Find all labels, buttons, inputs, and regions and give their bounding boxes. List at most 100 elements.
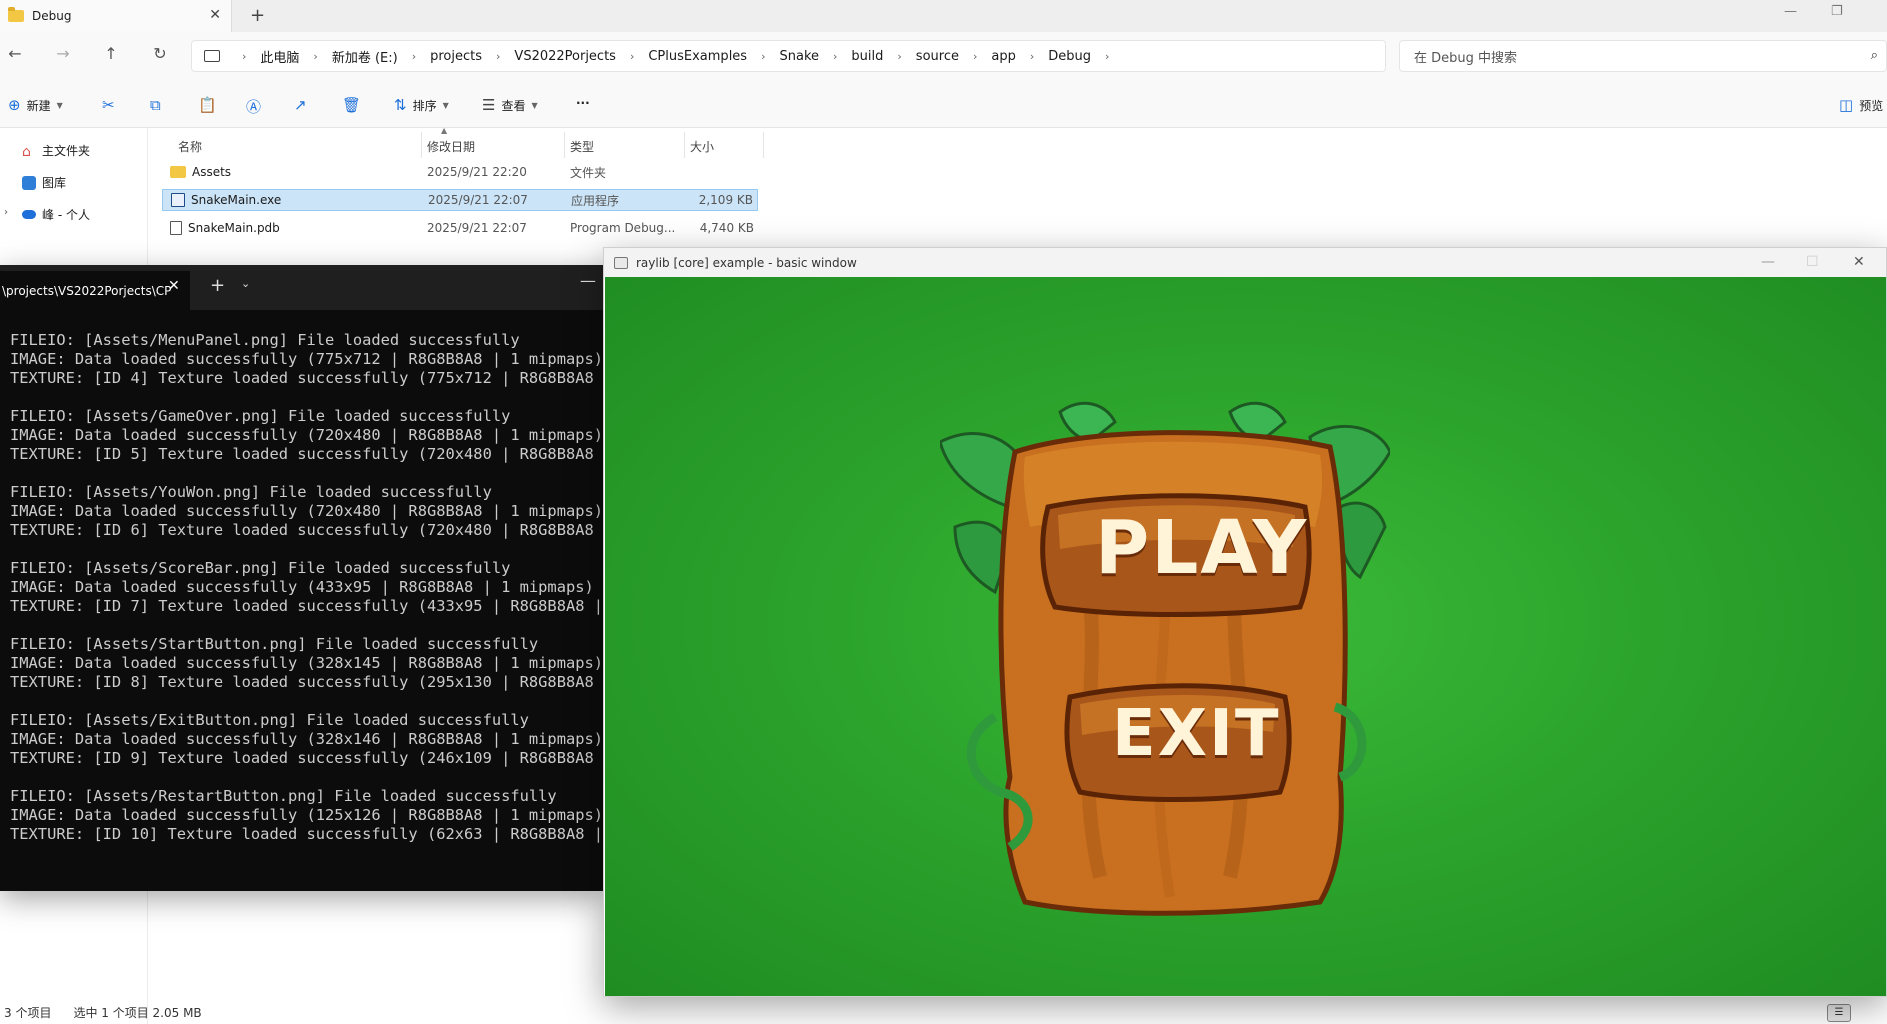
close-button[interactable]: ✕ (1853, 254, 1865, 270)
breadcrumb-item[interactable]: VS2022Porjects (514, 49, 616, 64)
home-icon: ⌂ (22, 143, 31, 160)
chevron-down-icon[interactable]: ⌄ (241, 277, 250, 290)
breadcrumb-item[interactable]: Snake (779, 49, 819, 64)
close-icon[interactable]: ✕ (168, 278, 180, 294)
file-row-snakemain-pdb[interactable]: SnakeMain.pdb 2025/9/21 22:07 Program De… (162, 217, 758, 239)
file-date: 2025/9/21 22:07 (428, 193, 528, 207)
explorer-tab[interactable]: Debug ✕ (0, 0, 232, 32)
search-icon[interactable]: ⌕ (1871, 48, 1878, 63)
sidebar-item-gallery[interactable]: 图库 (22, 174, 66, 191)
breadcrumb-item[interactable]: build (851, 49, 883, 64)
up-icon[interactable]: ↑ (100, 44, 122, 63)
terminal-line: FILEIO: [Assets/ExitButton.png] File loa… (10, 711, 529, 729)
sort-button[interactable]: ⇅ 排序 ▼ (394, 96, 449, 114)
expand-chevron-icon[interactable]: › (4, 207, 8, 218)
sidebar-label-gallery: 图库 (42, 176, 67, 190)
command-bar: ⊕ 新建 ▼ ✂ ⧉ 📋 Ⓐ ↗ 🗑 ⇅ 排序 ▼ ☰ 查看 ▼ ··· ◫ 预… (0, 80, 1887, 128)
breadcrumb-separator-icon[interactable]: › (313, 50, 317, 63)
cut-icon[interactable]: ✂ (102, 96, 115, 114)
breadcrumb-separator-icon[interactable]: › (761, 50, 765, 63)
computer-icon (204, 50, 220, 62)
file-row-assets[interactable]: Assets 2025/9/21 22:20 文件夹 (162, 161, 758, 183)
column-type[interactable]: 类型 (570, 134, 594, 158)
new-label: 新建 (26, 98, 51, 113)
terminal-line: TEXTURE: [ID 8] Texture loaded successfu… (10, 673, 603, 691)
search-box[interactable]: 在 Debug 中搜索 ⌕ (1399, 40, 1887, 72)
breadcrumb-item[interactable]: projects (430, 49, 482, 64)
breadcrumb-separator-icon[interactable]: › (833, 50, 837, 63)
play-button[interactable]: PLAY (1095, 505, 1308, 591)
breadcrumb: › 此电脑 › 新加卷 (E:) › projects › VS2022Porjects › CP… (228, 47, 1123, 66)
paste-icon[interactable]: 📋 (198, 96, 217, 114)
share-icon[interactable]: ↗ (294, 96, 307, 114)
raylib-window-title: raylib [core] example - basic window (636, 255, 857, 270)
minimize-button[interactable]: — (1761, 254, 1775, 270)
new-terminal-tab-button[interactable]: + (210, 275, 225, 296)
minimize-button[interactable]: — (1784, 4, 1797, 19)
new-tab-button[interactable]: + (250, 5, 265, 26)
breadcrumb-separator-icon[interactable]: › (412, 50, 416, 63)
column-size[interactable]: 大小 (690, 134, 714, 158)
terminal-line: FILEIO: [Assets/GameOver.png] File loade… (10, 407, 511, 425)
sidebar-item-home[interactable]: ⌂ 主文件夹 (22, 142, 90, 160)
breadcrumb-separator-icon[interactable]: › (630, 50, 634, 63)
terminal-output[interactable]: FILEIO: [Assets/MenuPanel.png] File load… (10, 331, 603, 844)
column-date[interactable]: 修改日期 (427, 134, 475, 158)
sidebar-label-onedrive: 峰 - 个人 (42, 208, 90, 222)
breadcrumb-item[interactable]: app (991, 49, 1015, 64)
back-icon[interactable]: ← (4, 44, 26, 63)
view-button[interactable]: ☰ 查看 ▼ (482, 96, 538, 114)
breadcrumb-separator-icon[interactable]: › (897, 50, 901, 63)
exe-icon (171, 193, 185, 207)
breadcrumb-separator-icon[interactable]: › (242, 50, 246, 63)
preview-label: 预览 (1859, 98, 1884, 113)
forward-icon[interactable]: → (52, 44, 74, 63)
chevron-down-icon: ▼ (442, 100, 449, 110)
restore-button[interactable]: ❐ (1831, 4, 1843, 19)
breadcrumb-item[interactable]: CPlusExamples (648, 49, 747, 64)
close-tab-icon[interactable]: ✕ (209, 7, 221, 23)
breadcrumb-separator-icon[interactable]: › (496, 50, 500, 63)
address-bar[interactable]: › 此电脑 › 新加卷 (E:) › projects › VS2022Porjects › CP… (191, 40, 1386, 72)
column-name[interactable]: 名称 (178, 134, 202, 158)
breadcrumb-separator-icon[interactable]: › (973, 50, 977, 63)
breadcrumb-item[interactable]: source (916, 49, 959, 64)
file-row-snakemain-exe[interactable]: SnakeMain.exe 2025/9/21 22:07 应用程序 2,109… (162, 189, 758, 211)
navigation-bar: ← → ↑ ↻ › 此电脑 › 新加卷 (E:) › projects › VS2022Por… (0, 32, 1887, 80)
breadcrumb-separator-icon[interactable]: › (1030, 50, 1034, 63)
terminal-tab[interactable]: \projects\VS2022Porjects\CP (0, 271, 190, 310)
breadcrumb-separator-icon[interactable]: › (1105, 50, 1109, 63)
terminal-line: IMAGE: Data loaded successfully (720x480… (10, 426, 603, 444)
terminal-line: FILEIO: [Assets/MenuPanel.png] File load… (10, 331, 520, 349)
game-canvas[interactable]: PLAY EXIT (605, 277, 1886, 996)
refresh-icon[interactable]: ↻ (149, 44, 171, 63)
more-button[interactable]: ··· (576, 96, 590, 110)
exit-button[interactable]: EXIT (1112, 697, 1281, 771)
status-bar: 3 个项目 选中 1 个项目 2.05 MB ☰ (0, 1000, 1887, 1024)
sidebar-item-onedrive[interactable]: 峰 - 个人 (22, 206, 90, 223)
new-button[interactable]: ⊕ 新建 ▼ (8, 96, 63, 114)
details-view-icon[interactable]: ☰ (1827, 1004, 1851, 1022)
minimize-button[interactable]: — (580, 271, 596, 290)
file-name: SnakeMain.exe (191, 193, 282, 207)
raylib-window[interactable]: raylib [core] example - basic window — ☐… (603, 247, 1887, 997)
preview-button[interactable]: ◫ 预览 (1839, 96, 1883, 114)
breadcrumb-item[interactable]: Debug (1048, 49, 1091, 64)
breadcrumb-item[interactable]: 新加卷 (E:) (332, 47, 398, 66)
terminal-line: IMAGE: Data loaded successfully (328x145… (10, 654, 603, 672)
breadcrumb-item[interactable]: 此电脑 (260, 47, 299, 66)
file-size: 4,740 KB (699, 221, 754, 235)
raylib-titlebar: raylib [core] example - basic window — ☐… (604, 248, 1886, 277)
file-type: 应用程序 (571, 193, 620, 208)
terminal-line: FILEIO: [Assets/StartButton.png] File lo… (10, 635, 539, 653)
terminal-tab-title: \projects\VS2022Porjects\CP (2, 283, 172, 298)
selection-info: 选中 1 个项目 2.05 MB (73, 1005, 202, 1020)
delete-icon[interactable]: 🗑 (342, 96, 361, 114)
maximize-button[interactable]: ☐ (1806, 254, 1819, 270)
chevron-down-icon: ▼ (531, 100, 538, 110)
copy-icon[interactable]: ⧉ (150, 96, 161, 114)
rename-icon[interactable]: Ⓐ (246, 96, 261, 117)
terminal-window[interactable]: \projects\VS2022Porjects\CP ✕ + ⌄ — FILE… (0, 265, 603, 891)
